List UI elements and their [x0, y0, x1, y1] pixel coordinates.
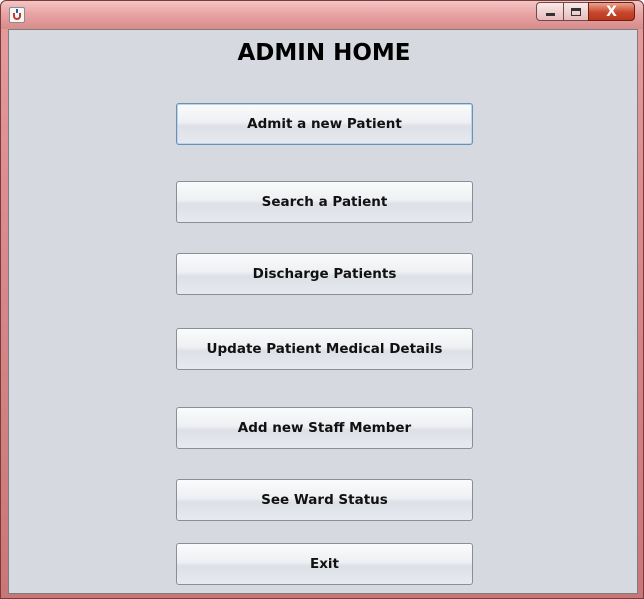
exit-label: Exit: [309, 556, 339, 572]
minimize-button[interactable]: [536, 2, 564, 21]
see-ward-status-button[interactable]: See Ward Status: [176, 479, 473, 521]
exit-button[interactable]: Exit: [176, 543, 473, 585]
add-staff-member-label: Add new Staff Member: [237, 420, 412, 436]
search-patient-label: Search a Patient: [261, 194, 388, 210]
search-patient-button[interactable]: Search a Patient: [176, 181, 473, 223]
page-title: ADMIN HOME: [237, 40, 411, 66]
title-bar[interactable]: X: [1, 1, 643, 29]
discharge-patients-label: Discharge Patients: [252, 266, 397, 282]
maximize-button[interactable]: [563, 2, 589, 21]
java-app-icon[interactable]: [9, 7, 25, 23]
update-medical-details-label: Update Patient Medical Details: [206, 341, 443, 357]
discharge-patients-button[interactable]: Discharge Patients: [176, 253, 473, 295]
add-staff-member-button[interactable]: Add new Staff Member: [176, 407, 473, 449]
see-ward-status-label: See Ward Status: [261, 492, 388, 508]
app-window: X ADMIN HOME Admit a new Patient Search …: [0, 0, 644, 599]
admit-patient-label: Admit a new Patient: [247, 116, 402, 132]
admin-panel: ADMIN HOME Admit a new Patient Search a …: [8, 29, 638, 594]
close-button[interactable]: X: [588, 2, 635, 21]
close-icon: X: [606, 3, 617, 20]
minimize-icon: [545, 13, 555, 16]
maximize-icon: [571, 7, 581, 16]
admit-patient-button[interactable]: Admit a new Patient: [176, 103, 473, 145]
cup-shape: [13, 13, 21, 20]
update-medical-details-button[interactable]: Update Patient Medical Details: [176, 328, 473, 370]
